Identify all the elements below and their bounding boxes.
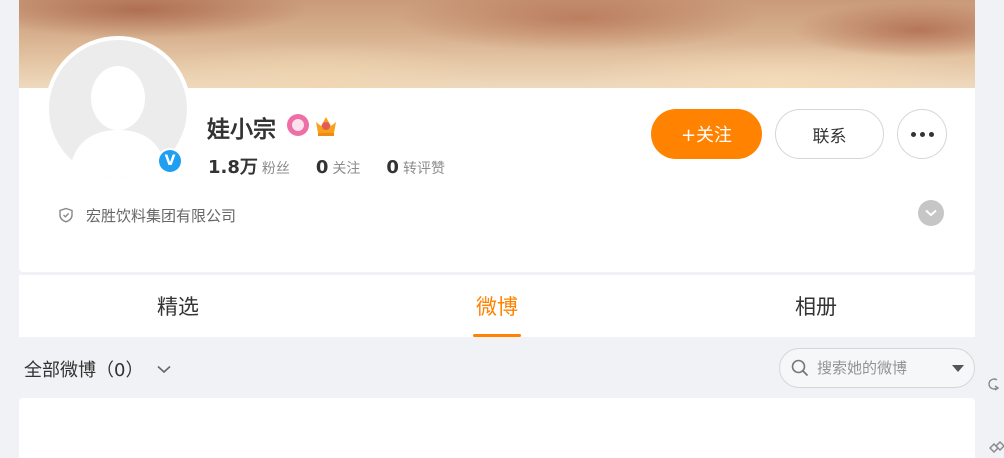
tab-album[interactable]: 相册 (657, 275, 975, 337)
more-icon (909, 131, 936, 137)
follow-button[interactable]: +关注 (651, 109, 762, 159)
stat-value: 0 (386, 157, 399, 178)
stat-followers[interactable]: 1.8万 粉丝 (208, 153, 290, 179)
filter-label: 全部微博（0） (24, 360, 144, 381)
tab-label: 微博 (476, 295, 518, 319)
post-search (779, 348, 975, 388)
stat-value: 0 (315, 157, 329, 178)
stat-label: 关注 (332, 161, 361, 177)
company-info: 宏胜饮料集团有限公司 (58, 204, 236, 226)
search-icon (791, 359, 809, 377)
profile-tabs: 精选 微博 相册 (19, 275, 975, 337)
more-button[interactable] (897, 109, 947, 159)
shield-icon (59, 207, 73, 223)
tab-active-indicator (473, 334, 521, 337)
tab-label: 相册 (795, 295, 837, 319)
stat-label: 粉丝 (261, 161, 290, 177)
contact-button[interactable]: 联系 (775, 109, 884, 159)
refresh-icon[interactable] (988, 378, 1000, 391)
side-toolbar (988, 378, 1004, 453)
post-filter-dropdown[interactable]: 全部微博（0） (24, 356, 171, 382)
tab-label: 精选 (157, 295, 199, 319)
feed-panel (19, 398, 975, 458)
expand-info-button[interactable] (918, 200, 944, 226)
crown-icon[interactable] (313, 113, 339, 137)
stat-interactions: 0 转评赞 (386, 157, 445, 178)
company-name: 宏胜饮料集团有限公司 (86, 206, 237, 225)
stat-following[interactable]: 0 关注 (316, 157, 361, 178)
tab-featured[interactable]: 精选 (19, 275, 337, 337)
profile-name: 娃小宗 (207, 117, 276, 143)
profile-stats: 1.8万 粉丝 0 关注 0 转评赞 (208, 153, 471, 179)
verified-icon: V (157, 148, 183, 174)
feedback-icon[interactable] (989, 441, 1004, 453)
dropdown-caret-icon[interactable] (952, 365, 964, 372)
chevron-down-icon (157, 365, 171, 373)
tab-weibo[interactable]: 微博 (337, 275, 657, 337)
vip-badge-icon[interactable] (287, 114, 309, 136)
stat-value: 1.8万 (208, 157, 258, 178)
chevron-down-icon (925, 209, 937, 217)
stat-label: 转评赞 (402, 161, 445, 177)
search-input[interactable] (815, 358, 937, 378)
